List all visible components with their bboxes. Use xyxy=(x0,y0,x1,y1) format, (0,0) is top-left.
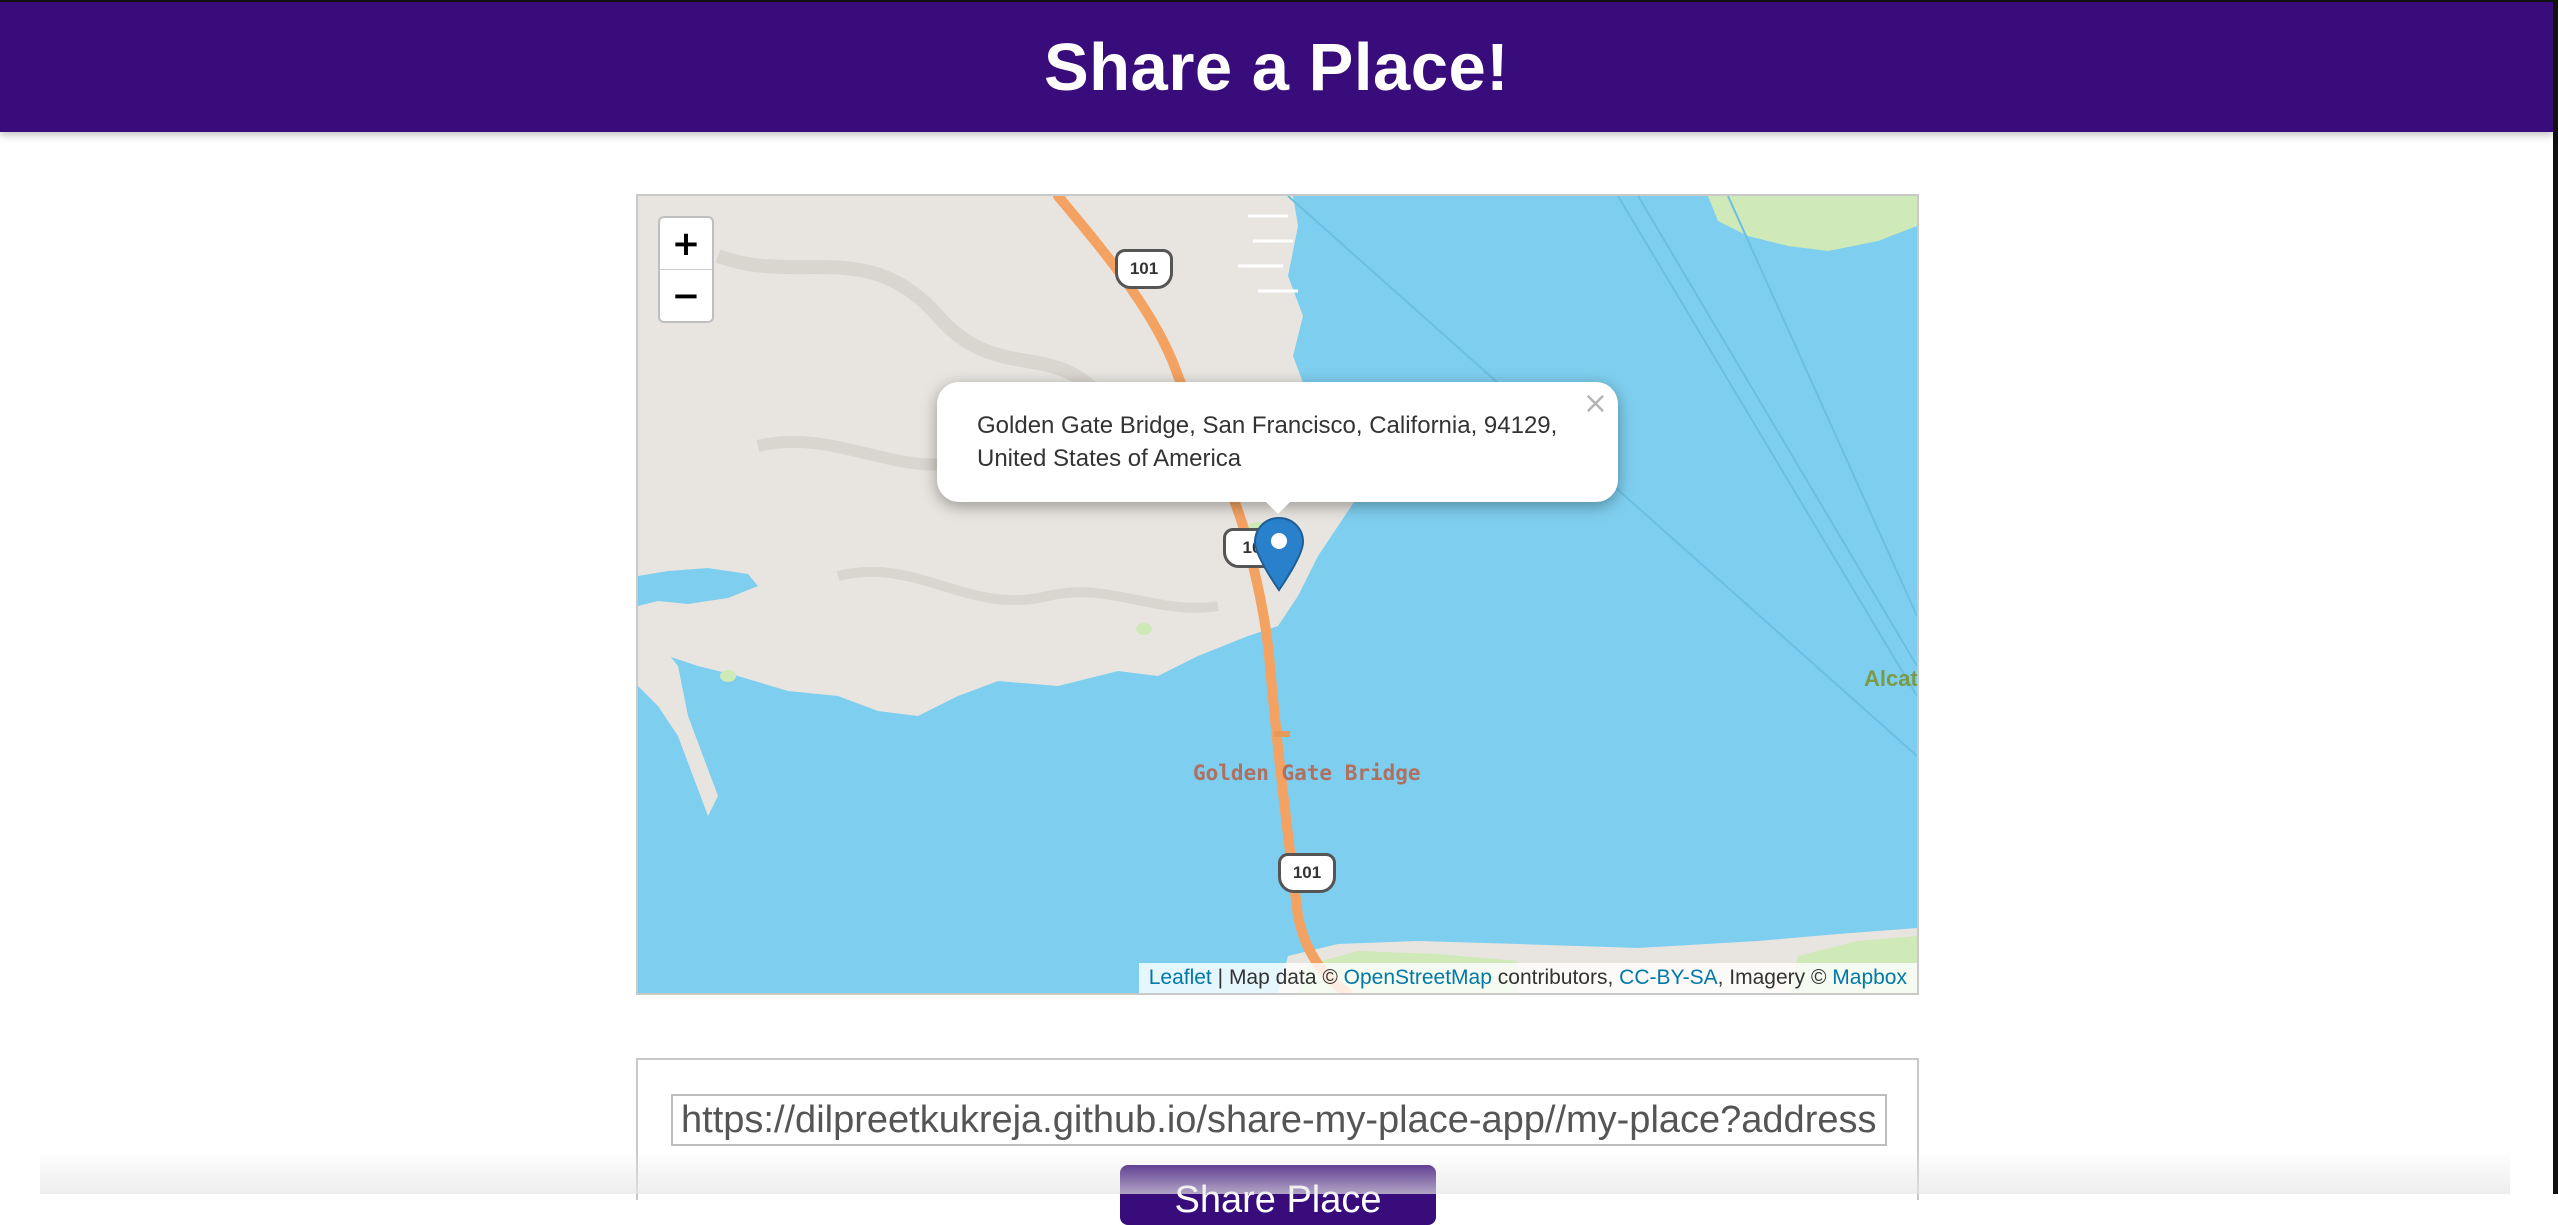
attribution-contributors: contributors, xyxy=(1497,966,1614,989)
zoom-control: + − xyxy=(658,216,714,323)
map-attribution: Leaflet | Map data © OpenStreetMap contr… xyxy=(1138,963,1917,993)
attribution-separator: | xyxy=(1217,966,1224,989)
attribution-map-data: Map data © xyxy=(1228,966,1338,989)
leaflet-link[interactable]: Leaflet xyxy=(1149,966,1212,989)
app-header: Share a Place! xyxy=(0,0,2553,132)
mapbox-link[interactable]: Mapbox xyxy=(1832,966,1907,989)
share-url-input[interactable] xyxy=(671,1094,1887,1146)
license-link[interactable]: CC-BY-SA xyxy=(1619,966,1717,989)
popup-tip xyxy=(1260,496,1296,514)
attribution-imagery: , Imagery © xyxy=(1717,966,1827,989)
window-edge xyxy=(2553,0,2558,1194)
location-popup: Golden Gate Bridge, San Francisco, Calif… xyxy=(937,382,1618,502)
bridge-tower xyxy=(1274,731,1290,737)
highway-shield-bottom: 101 xyxy=(1278,853,1336,893)
share-place-button[interactable]: Share Place xyxy=(1120,1165,1436,1225)
park-small-2 xyxy=(1136,623,1152,635)
zoom-in-button[interactable]: + xyxy=(660,218,712,269)
zoom-out-button[interactable]: − xyxy=(660,269,712,321)
map-container[interactable]: 101 10 101 Golden Gate Bridge Alcat + − … xyxy=(636,194,1919,995)
popup-address: Golden Gate Bridge, San Francisco, Calif… xyxy=(977,412,1558,472)
highway-shield-top: 101 xyxy=(1115,249,1173,289)
popup-close-button[interactable]: × xyxy=(1583,386,1608,421)
bridge-label: Golden Gate Bridge xyxy=(1193,761,1421,785)
park-small-3 xyxy=(720,670,736,682)
map-marker-icon[interactable] xyxy=(1251,514,1307,594)
osm-link[interactable]: OpenStreetMap xyxy=(1344,966,1492,989)
page-title: Share a Place! xyxy=(1043,29,1510,105)
share-panel: Share Place xyxy=(636,1058,1919,1225)
island-label: Alcat xyxy=(1864,666,1918,691)
